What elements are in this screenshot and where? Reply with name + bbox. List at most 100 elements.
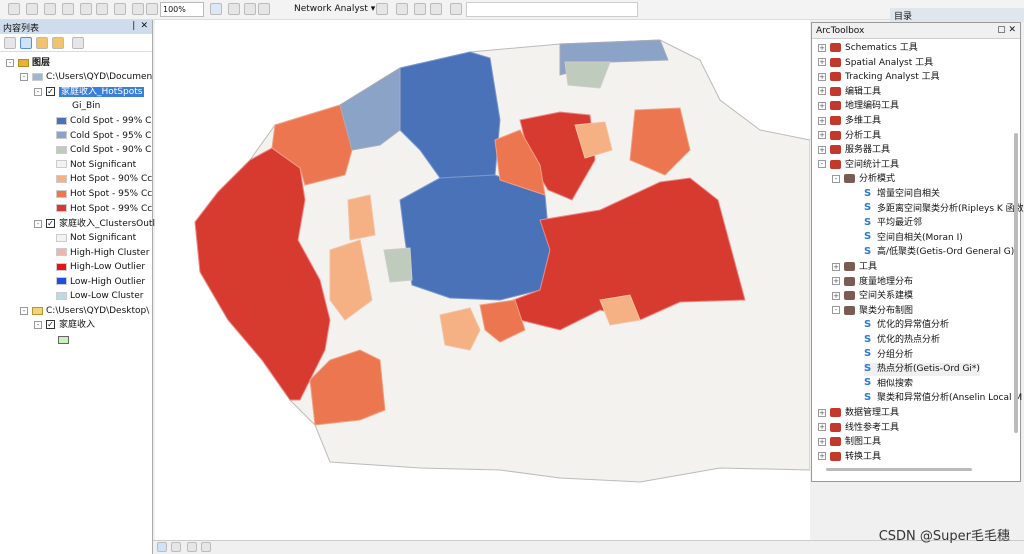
toolbox-item[interactable]: + Schematics 工具 <box>818 42 918 55</box>
vertical-scrollbar[interactable] <box>1014 133 1018 433</box>
map-view[interactable] <box>155 20 811 540</box>
toolbox-item[interactable]: + 编辑工具 <box>818 86 881 99</box>
arctoolbox-panel: ArcToolbox ▢ ✕ + Schematics 工具 + Spatial An… <box>811 22 1024 482</box>
workspace-db[interactable]: - C:\Users\QYD\Documen <box>20 71 152 84</box>
layout-view-button[interactable] <box>171 542 181 552</box>
python-icon[interactable] <box>258 3 270 15</box>
layers-icon <box>18 58 29 67</box>
legend-symbol <box>58 334 72 347</box>
network-tool-icon[interactable] <box>396 3 408 15</box>
toolbox-item[interactable]: + 线性参考工具 <box>818 422 899 435</box>
fixed-zoom-in-icon[interactable] <box>96 3 108 15</box>
arctoolbox-title: ArcToolbox <box>816 26 865 36</box>
legend-item: Hot Spot - 95% Cc <box>56 188 152 201</box>
layer-visibility-checkbox[interactable]: ✓ <box>46 219 55 228</box>
network-window-icon[interactable] <box>376 3 388 15</box>
toolbox-item[interactable]: + 服务器工具 <box>818 144 890 157</box>
legend-swatch <box>56 189 67 198</box>
network-directions-icon[interactable] <box>430 3 442 15</box>
toolbox-item[interactable]: S 高/低聚类(Getis-Ord General G) <box>864 246 1014 259</box>
list-by-selection-icon[interactable] <box>52 37 64 49</box>
data-view-button[interactable] <box>157 542 167 552</box>
hotspot-map[interactable] <box>155 20 811 540</box>
list-by-source-icon[interactable] <box>20 37 32 49</box>
script-tool-icon: S <box>864 391 872 403</box>
fixed-zoom-out-icon[interactable] <box>114 3 126 15</box>
toolbox-item[interactable]: + 分析工具 <box>818 130 881 143</box>
forward-icon[interactable] <box>146 3 158 15</box>
page-icon[interactable] <box>228 3 240 15</box>
toolbox-item[interactable]: S 热点分析(Getis-Ord Gi*) <box>864 363 980 377</box>
toolbox-item[interactable]: + 制图工具 <box>818 436 881 449</box>
toc-toolbar <box>0 34 152 52</box>
close-icon[interactable]: ✕ <box>140 21 148 31</box>
layer-hotspots[interactable]: - ✓ 家庭收入_HotSpots <box>34 86 145 99</box>
zoom-out-tool-icon[interactable] <box>26 3 38 15</box>
toolbox-item[interactable]: S 分组分析 <box>864 349 913 362</box>
toolbox-item[interactable]: + Spatial Analyst 工具 <box>818 57 933 70</box>
toolbox-icon <box>830 422 841 432</box>
toolbox-item[interactable]: + 转换工具 <box>818 451 881 464</box>
script-tool-icon: S <box>864 216 872 228</box>
back-icon[interactable] <box>132 3 144 15</box>
toolbox-item[interactable]: + 工具 <box>832 261 877 274</box>
toolbox-item[interactable]: + 度量地理分布 <box>832 276 913 289</box>
toolbox-item[interactable]: + Tracking Analyst 工具 <box>818 71 940 84</box>
toolbox-item[interactable]: S 平均最近邻 <box>864 217 922 230</box>
script-tool-icon: S <box>864 187 872 199</box>
close-icon[interactable]: ✕ <box>1008 25 1016 35</box>
refresh-button[interactable] <box>187 542 197 552</box>
toolbox-icon <box>830 408 841 417</box>
toolbox-item[interactable]: - 聚类分布制图 <box>832 305 913 318</box>
pause-button[interactable] <box>201 542 211 552</box>
layer-dropdown[interactable] <box>466 2 638 17</box>
toolbox-item[interactable]: + 地理编码工具 <box>818 100 899 113</box>
full-extent-icon[interactable] <box>62 3 74 15</box>
zoom-level-select[interactable]: 100% <box>160 2 204 17</box>
network-select-icon[interactable] <box>414 3 426 15</box>
legend-item: High-Low Outlier <box>56 261 145 274</box>
workspace-folder[interactable]: - C:\Users\QYD\Desktop\ <box>20 305 149 318</box>
toolbox-item[interactable]: S 优化的热点分析 <box>864 334 940 347</box>
toolbox-item[interactable]: - 分析模式 <box>832 173 895 186</box>
toolbox-icon[interactable] <box>244 3 256 15</box>
list-by-visibility-icon[interactable] <box>36 37 48 49</box>
catalog-tab[interactable]: 目录 <box>890 8 1024 22</box>
toolbox-item[interactable]: + 数据管理工具 <box>818 407 899 420</box>
toolbox-icon <box>830 86 841 96</box>
hotspot-90-center <box>347 194 376 241</box>
toolset-icon <box>844 291 855 301</box>
layers-root[interactable]: - 图层 <box>6 57 50 70</box>
toolbox-item[interactable]: S 增量空间自相关 <box>864 188 940 201</box>
network-build-icon[interactable] <box>450 3 462 15</box>
toolset-icon <box>844 276 855 286</box>
toolbox-item[interactable]: + 多维工具 <box>818 115 881 128</box>
horizontal-scrollbar[interactable] <box>826 468 972 471</box>
main-toolbar: 100% Network Analyst ▾ <box>0 0 1024 20</box>
toc-title: 内容列表 <box>3 24 40 34</box>
legend-item: Not Significant <box>56 232 136 245</box>
toolbox-item[interactable]: - 空间统计工具 <box>818 159 899 172</box>
fixed-zoom-icon[interactable] <box>80 3 92 15</box>
layer-visibility-checkbox[interactable]: ✓ <box>46 320 55 329</box>
network-analyst-menu[interactable]: Network Analyst ▾ <box>294 4 375 14</box>
restore-icon[interactable]: ▢ <box>997 25 1006 35</box>
toolbox-item[interactable]: S 聚类和异常值分析(Anselin Local M <box>864 392 1022 405</box>
layer-visibility-checkbox[interactable]: ✓ <box>46 87 55 96</box>
layer-clusters[interactable]: - ✓ 家庭收入_ClustersOutl <box>34 218 155 231</box>
options-icon[interactable] <box>72 37 84 49</box>
pan-tool-icon[interactable] <box>44 3 56 15</box>
pin-icon[interactable]: ❘ <box>130 21 138 31</box>
legend-item: High-High Cluster <box>56 247 149 260</box>
list-by-drawing-order-icon[interactable] <box>4 37 16 49</box>
toolbox-item[interactable]: S 相似搜索 <box>864 378 913 391</box>
layer-income[interactable]: - ✓ 家庭收入 <box>34 319 95 332</box>
toolbox-item[interactable]: S 多距离空间聚类分析(Ripleys K 函数 <box>864 203 1024 216</box>
toolbox-item[interactable]: + 空间关系建模 <box>832 290 913 303</box>
toolbox-item[interactable]: S 优化的异常值分析 <box>864 319 949 332</box>
script-tool-icon: S <box>864 333 872 345</box>
zoom-in-tool-icon[interactable] <box>8 3 20 15</box>
layout-view-icon[interactable] <box>210 3 222 15</box>
toolbox-item[interactable]: S 空间自相关(Moran I) <box>864 232 963 245</box>
toolbox-icon <box>830 159 841 169</box>
